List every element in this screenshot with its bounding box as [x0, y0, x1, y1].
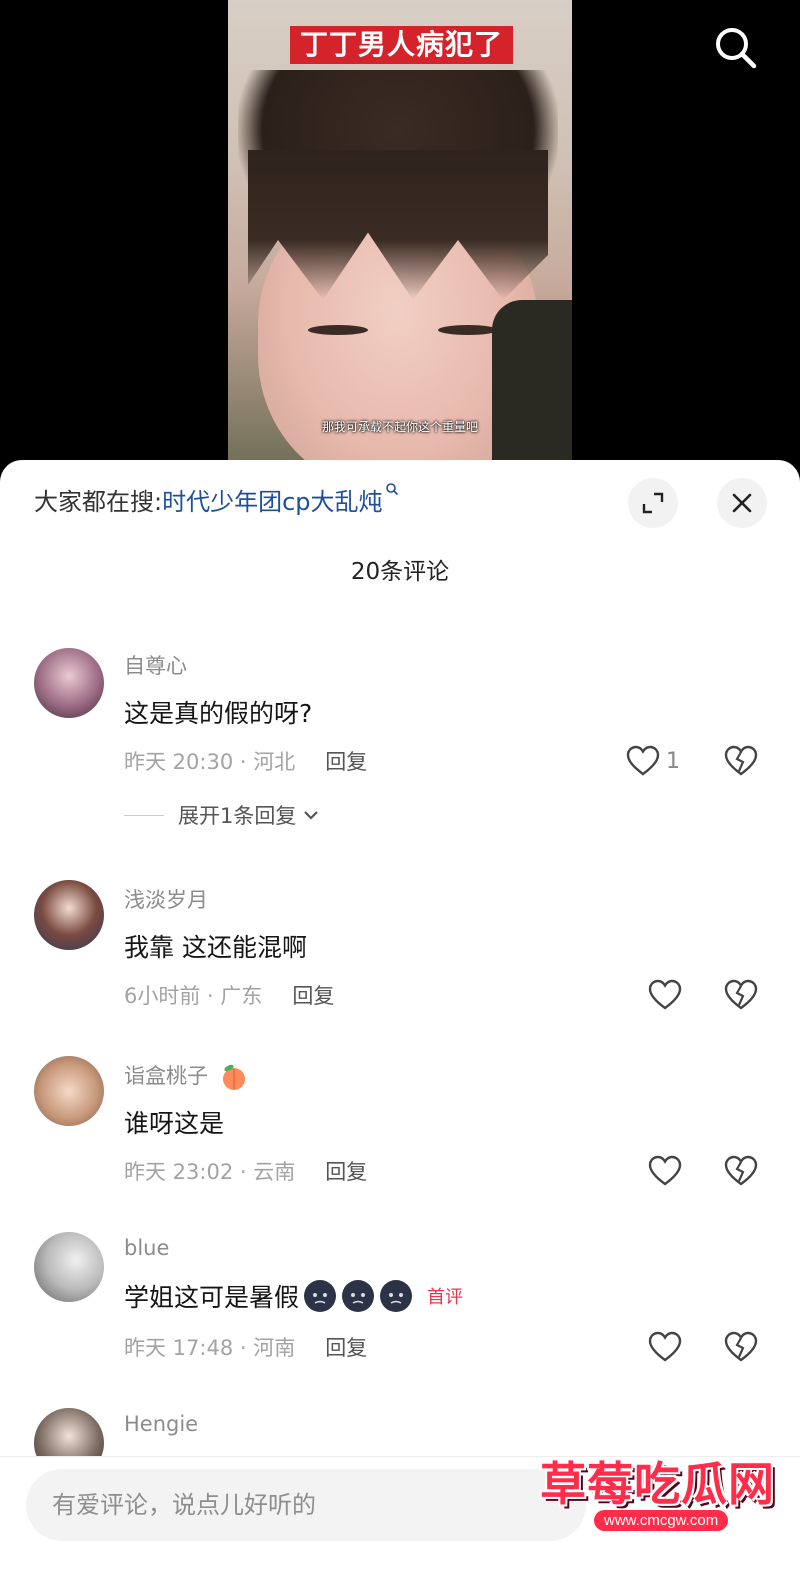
video-frame[interactable]: 丁丁男人病犯了 那我可承载不起你这个重量吧 [228, 0, 572, 480]
comment-username[interactable]: Hengie [124, 1412, 198, 1436]
comment-item: 诣盒桃子 谁呀这是 昨天 23:02 · 云南 回复 [0, 1056, 800, 1256]
comment-time-location: 昨天 23:02 · 云南 [124, 1160, 296, 1184]
close-icon [732, 493, 752, 513]
video-player[interactable]: 丁丁男人病犯了 那我可承载不起你这个重量吧 [0, 0, 800, 480]
like-button[interactable] [648, 1154, 682, 1188]
comment-text: 谁呀这是 [124, 1109, 225, 1138]
peach-emoji [222, 1064, 245, 1090]
reply-button[interactable]: 回复 [325, 750, 367, 774]
like-button[interactable] [648, 1330, 682, 1364]
heart-icon [626, 745, 660, 776]
comment-time-location: 昨天 17:48 · 河南 [124, 1336, 296, 1360]
broken-heart-icon [724, 745, 758, 776]
sleepy-face-emoji [380, 1280, 413, 1312]
expand-divider [124, 814, 164, 816]
heart-icon [648, 979, 682, 1010]
comment-text: 这是真的假的呀? [124, 699, 313, 728]
comments-sheet: 大家都在搜:时代少年团cp大乱炖 20条评论 自尊心 这是真的假的呀? 昨天 2… [0, 460, 800, 1585]
comment-text-content: 学姐这可是暑假 [124, 1283, 300, 1312]
watermark-text: 草莓吃瓜网 [540, 1457, 775, 1511]
small-search-icon [385, 483, 398, 496]
like-button[interactable]: 1 [626, 744, 680, 778]
comment-time-location: 昨天 20:30 · 河北 [124, 750, 296, 774]
comment-username[interactable]: blue [124, 1236, 169, 1260]
avatar[interactable] [34, 648, 104, 718]
dislike-button[interactable] [724, 1330, 758, 1364]
comment-meta: 昨天 20:30 · 河北 回复 [124, 746, 367, 776]
comment-meta: 6小时前 · 广东 回复 [124, 980, 334, 1010]
avatar[interactable] [34, 1408, 104, 1458]
like-button[interactable] [648, 978, 682, 1012]
comment-meta: 昨天 17:48 · 河南 回复 [124, 1332, 367, 1362]
reply-button[interactable]: 回复 [292, 984, 334, 1008]
expand-icon [642, 492, 664, 514]
hot-search[interactable]: 大家都在搜:时代少年团cp大乱炖 [34, 482, 399, 517]
watermark-logo: 草莓吃瓜网 www.cmcgw.com [530, 1440, 780, 1550]
reply-button[interactable]: 回复 [325, 1336, 367, 1360]
comment-item: blue 学姐这可是暑假 首评 昨天 17:48 · 河南 回复 [0, 1232, 800, 1432]
comment-item: 自尊心 这是真的假的呀? 昨天 20:30 · 河北 回复 1 展开1条回复 [0, 640, 800, 840]
close-button[interactable] [717, 478, 767, 528]
comment-username-text: 诣盒桃子 [124, 1064, 208, 1088]
chevron-down-icon [304, 811, 319, 820]
dislike-button[interactable] [724, 1154, 758, 1188]
video-eye-left [308, 325, 368, 335]
dislike-button[interactable] [724, 744, 758, 778]
first-comment-badge: 首评 [427, 1287, 464, 1308]
comment-username[interactable]: 浅淡岁月 [124, 884, 208, 914]
hot-search-term[interactable]: 时代少年团cp大乱炖 [162, 488, 382, 516]
comment-input[interactable] [26, 1469, 586, 1541]
heart-icon [648, 1331, 682, 1362]
search-icon[interactable] [712, 24, 760, 72]
dislike-button[interactable] [724, 978, 758, 1012]
broken-heart-icon [724, 1155, 758, 1186]
comment-username[interactable]: 自尊心 [124, 650, 187, 680]
hot-search-label: 大家都在搜: [34, 488, 163, 516]
video-chair [492, 300, 572, 480]
like-count: 1 [666, 748, 680, 774]
avatar[interactable] [34, 1056, 104, 1126]
expand-button[interactable] [628, 478, 678, 528]
comment-username[interactable]: 诣盒桃子 [124, 1060, 249, 1092]
watermark-url: www.cmcgw.com [594, 1510, 729, 1531]
comment-count: 20条评论 [350, 559, 450, 585]
avatar[interactable] [34, 1232, 104, 1302]
video-title: 丁丁男人病犯了 [290, 26, 514, 64]
expand-replies-label: 展开1条回复 [178, 804, 297, 828]
reply-button[interactable]: 回复 [325, 1160, 367, 1184]
sleepy-face-emoji [342, 1280, 375, 1312]
expand-replies[interactable]: 展开1条回复 [124, 800, 320, 830]
comment-text: 学姐这可是暑假 首评 [124, 1278, 463, 1314]
broken-heart-icon [724, 1331, 758, 1362]
comment-text: 我靠 这还能混啊 [124, 933, 307, 962]
comment-time-location: 6小时前 · 广东 [124, 984, 263, 1008]
comment-item: 浅淡岁月 我靠 这还能混啊 6小时前 · 广东 回复 [0, 880, 800, 1080]
avatar[interactable] [34, 880, 104, 950]
video-eye-right [438, 325, 498, 335]
broken-heart-icon [724, 979, 758, 1010]
heart-icon [648, 1155, 682, 1186]
video-subtitle: 那我可承载不起你这个重量吧 [321, 420, 478, 434]
comment-meta: 昨天 23:02 · 云南 回复 [124, 1156, 367, 1186]
sleepy-face-emoji [304, 1280, 337, 1312]
